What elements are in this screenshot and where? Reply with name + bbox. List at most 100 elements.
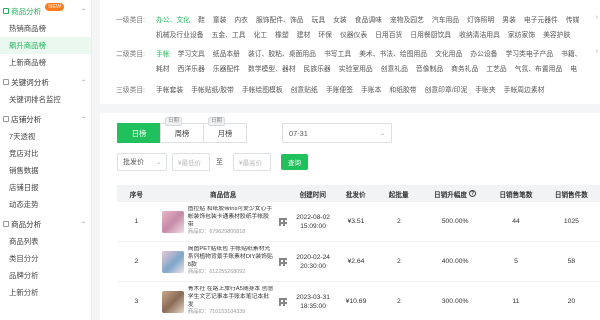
header-growth-rate-label: 日销升幅度 xyxy=(434,191,467,199)
price-min-input[interactable]: ¥最低价 xyxy=(172,153,210,171)
level1-category-option[interactable]: 化工 xyxy=(254,29,268,39)
level2-category-option[interactable]: 音像制品 xyxy=(416,63,443,73)
product-thumbnail[interactable] xyxy=(161,210,184,233)
product-title[interactable]: 青木社 在路上旅行A5随身本 创意学生文艺记事本手账本笔记本批发 xyxy=(188,286,274,309)
sidebar-item[interactable]: 销售数据 xyxy=(0,162,91,179)
level1-category-option[interactable]: 童装 xyxy=(213,14,227,24)
qr-code-icon[interactable] xyxy=(278,257,287,266)
level2-category-option[interactable]: 数学模型、器材 xyxy=(248,63,296,73)
level2-category-option[interactable]: 学习类电子产品 xyxy=(505,48,553,58)
date-select[interactable]: 07-31 ⌄ xyxy=(282,123,392,143)
sidebar-group-2[interactable]: 店铺分析 ⌃ xyxy=(0,110,91,128)
sidebar-item[interactable]: 关键词排名监控 xyxy=(0,91,91,108)
level2-category-option[interactable]: 西洋乐器 xyxy=(178,63,205,73)
level3-category-option[interactable]: 手帐套装 xyxy=(156,84,183,94)
product-thumbnail[interactable] xyxy=(161,290,184,313)
sidebar-item[interactable]: 7天透视 xyxy=(0,128,91,145)
level2-category-option[interactable]: 气氛、布置用品 xyxy=(515,63,563,73)
level1-category-option[interactable]: 美容护肤 xyxy=(543,29,570,39)
product-thumbnail[interactable] xyxy=(161,250,184,273)
sidebar-item[interactable]: 上新分析 xyxy=(0,284,91,301)
qr-code-icon[interactable] xyxy=(278,217,287,226)
tab-daily[interactable]: 日榜 xyxy=(117,123,161,143)
tab-monthly[interactable]: 日期 月榜 xyxy=(203,117,247,143)
level1-category-option[interactable]: 电子元器件 xyxy=(524,14,558,24)
chevron-right-icon[interactable]: › xyxy=(596,48,598,55)
tab-weekly[interactable]: 日期 周榜 xyxy=(160,117,204,143)
level3-category-option[interactable]: 手帐绘图模板 xyxy=(242,84,283,94)
sidebar-item[interactable]: 飙升商品榜 xyxy=(0,37,91,54)
level3-category-option[interactable]: 和纸胶带 xyxy=(389,84,416,94)
level1-category-option[interactable]: 办公、文化 xyxy=(156,14,190,24)
level2-category-option[interactable]: 商务礼品 xyxy=(451,63,478,73)
level2-category-option[interactable]: 工艺品 xyxy=(486,63,506,73)
level2-category-option[interactable]: 纸品本册 xyxy=(213,48,240,58)
sidebar-group-0[interactable]: 商品分析 NEW ⌃ xyxy=(0,2,91,20)
sidebar-item[interactable]: 竞店对比 xyxy=(0,145,91,162)
sidebar-item[interactable]: 类目分分 xyxy=(0,250,91,267)
help-icon[interactable]: ? xyxy=(468,190,476,197)
level2-category-option[interactable]: 书写工具 xyxy=(324,48,351,58)
qr-code-icon[interactable] xyxy=(278,297,287,306)
level3-category-option[interactable]: 手账夹 xyxy=(475,84,495,94)
level1-category-option[interactable]: 五金、工具 xyxy=(212,29,246,39)
level3-category-option[interactable]: 手帐贴纸/胶带 xyxy=(191,84,234,94)
level2-category-option[interactable]: 电 xyxy=(570,63,577,73)
level1-category-option[interactable]: 鞋 xyxy=(198,14,205,24)
level1-category-option[interactable]: 收纳清洁用具 xyxy=(459,29,500,39)
level2-category-option[interactable]: 办公设备 xyxy=(470,48,497,58)
price-max-input[interactable]: ¥最高价 xyxy=(233,153,271,171)
sidebar-item[interactable]: 商品列表 xyxy=(0,233,91,250)
level1-category-option[interactable]: 橡塑 xyxy=(275,29,289,39)
table-row[interactable]: 1 图拉贴 和纸胶带ins可爱少女心手帐装饰包装卡通素材胶纸手帐胶带 商品ID：67… xyxy=(117,202,600,242)
level2-category-option[interactable]: 书籍、 xyxy=(561,48,581,58)
level3-category-option[interactable]: 手帐周边素材 xyxy=(504,84,545,94)
level2-category-option[interactable]: 美术、书法、绘图用品 xyxy=(359,48,427,58)
level1-category-option[interactable]: 食品调味 xyxy=(355,14,382,24)
sidebar-item[interactable]: 品牌分析 xyxy=(0,267,91,284)
level1-category-option[interactable]: 服饰配件、饰品 xyxy=(256,14,304,24)
table-row[interactable]: 2 简图PET贴纸包 手帐贴纸素材光系列植物背景手账素材DIY装饰贴 8款 商品ID… xyxy=(117,242,600,282)
level1-category-option[interactable]: 日用餐厨饮具 xyxy=(410,29,451,39)
level2-category-option[interactable]: 装订、胶粘、桌面用品 xyxy=(248,48,316,58)
table-row[interactable]: 3 青木社 在路上旅行A5随身本 创意学生文艺记事本手账本笔记本批发 商品ID：71… xyxy=(117,282,600,320)
sidebar-item[interactable]: 店铺日报 xyxy=(0,179,91,196)
level3-category-option[interactable]: 手账便签 xyxy=(326,84,353,94)
level1-category-option[interactable]: 女装 xyxy=(333,14,347,24)
level2-category-option[interactable]: 实验室用品 xyxy=(339,63,373,73)
price-type-select[interactable]: 批发价 ⌄ xyxy=(117,153,167,171)
level3-category-option[interactable]: 手账本 xyxy=(361,84,381,94)
chevron-right-icon[interactable]: › xyxy=(596,14,598,21)
level1-category-option[interactable]: 男装 xyxy=(502,14,516,24)
level1-category-option[interactable]: 日用百货 xyxy=(375,29,402,39)
sidebar-item[interactable]: 上新商品榜 xyxy=(0,54,91,71)
level1-category-option[interactable]: 机械及行业设备 xyxy=(156,29,204,39)
level2-category-option[interactable]: 文化用品 xyxy=(435,48,462,58)
level1-category-option[interactable]: 内衣 xyxy=(234,14,248,24)
sidebar-item[interactable]: 动态走势 xyxy=(0,196,91,213)
level1-category-option[interactable]: 家纺家饰 xyxy=(508,29,535,39)
sidebar-group-3[interactable]: 商品分析 ⌃ xyxy=(0,215,91,233)
level1-category-option[interactable]: 汽车用品 xyxy=(432,14,459,24)
level1-category-option[interactable]: 仪器仪表 xyxy=(340,29,367,39)
level2-category-option[interactable]: 手帐 xyxy=(156,48,170,58)
level1-category-option[interactable]: 宠物及园艺 xyxy=(390,14,424,24)
level1-category-option[interactable]: 环保 xyxy=(318,29,332,39)
level3-category-option[interactable]: 创意贴纸 xyxy=(291,84,318,94)
level2-category-option[interactable]: 民族乐器 xyxy=(304,63,331,73)
query-button[interactable]: 查询 xyxy=(281,154,308,170)
sidebar-group-text: 关键词分析 xyxy=(11,77,49,87)
level2-category-option[interactable]: 学习文具 xyxy=(178,48,205,58)
level2-category-option[interactable]: 乐器配件 xyxy=(213,63,240,73)
level2-category-option[interactable]: 耗材 xyxy=(156,63,170,73)
product-title[interactable]: 简图PET贴纸包 手帐贴纸素材光系列植物背景手账素材DIY装饰贴 8款 xyxy=(188,246,274,269)
sidebar-item[interactable]: 热销商品榜 xyxy=(0,20,91,37)
level1-category-option[interactable]: 灯饰照明 xyxy=(467,14,494,24)
level1-category-option[interactable]: 传媒 xyxy=(566,14,580,24)
level2-category-option[interactable]: 创意礼品 xyxy=(381,63,408,73)
level1-category-option[interactable]: 玩具 xyxy=(312,14,326,24)
sidebar-group-1[interactable]: 关键词分析 ⌃ xyxy=(0,73,91,91)
level3-category-option[interactable]: 创意印章/印泥 xyxy=(425,84,468,94)
level1-category-option[interactable]: 建材 xyxy=(297,29,311,39)
product-title[interactable]: 图拉贴 和纸胶带ins可爱少女心手帐装饰包装卡通素材胶纸手帐胶带 xyxy=(188,206,274,229)
